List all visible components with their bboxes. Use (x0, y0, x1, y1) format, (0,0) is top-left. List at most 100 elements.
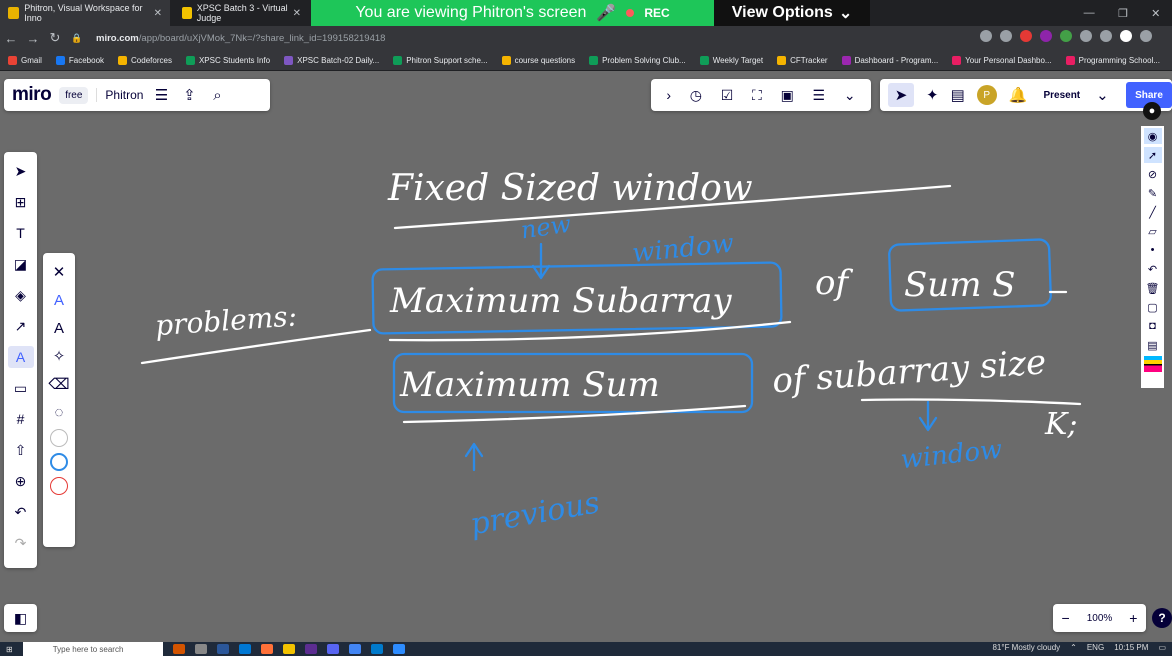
zoom-out-icon[interactable]: − (1062, 610, 1070, 626)
share-page-icon[interactable] (980, 30, 992, 42)
reactions-icon[interactable]: ✦ (926, 86, 939, 104)
extension-icon[interactable] (1060, 30, 1072, 42)
board-name[interactable]: Phitron (96, 88, 143, 102)
export-upload-icon[interactable]: ⇪ (179, 86, 199, 104)
browser-tab-vjudge[interactable]: XPSC Batch 3 - Virtual Judge ✕ (174, 0, 309, 26)
reload-icon[interactable]: ↻ (44, 30, 66, 46)
taskbar-search-input[interactable]: Type here to search (22, 642, 163, 656)
bookmark-item[interactable]: Weekly Target (699, 55, 763, 65)
vscode-icon[interactable] (370, 644, 383, 654)
search-icon[interactable]: ⌕ (207, 87, 227, 104)
maximize-icon[interactable]: ❐ (1118, 7, 1128, 20)
app-icon[interactable] (172, 644, 185, 654)
notification-bell-icon[interactable]: 🔔 (1009, 86, 1028, 104)
close-window-icon[interactable]: ✕ (1151, 7, 1160, 20)
screen-capture-icon[interactable]: ⛶ (752, 87, 762, 104)
bookmark-star-icon[interactable] (1000, 30, 1012, 42)
bookmark-favicon-icon (393, 55, 403, 65)
eye-icon[interactable]: ◉ (1143, 128, 1162, 144)
voting-icon[interactable]: ☑ (721, 87, 734, 104)
present-dropdown-icon[interactable]: ⌄ (1096, 86, 1109, 104)
user-avatar[interactable]: P (976, 85, 997, 105)
tab-title: XPSC Batch 3 - Virtual Judge (196, 3, 288, 23)
windows-start-icon[interactable]: ⊞ (6, 645, 13, 654)
bookmark-item[interactable]: Gmail (8, 55, 42, 65)
color-palette-strip[interactable] (1143, 356, 1162, 372)
kebab-menu-icon[interactable] (1140, 30, 1152, 42)
bookmark-favicon-icon (777, 55, 787, 65)
line1-boxed2-text: Sum S (904, 265, 1016, 305)
line-icon[interactable]: ╱ (1144, 204, 1162, 220)
miro-logo[interactable]: miro (12, 84, 52, 106)
camera-icon[interactable]: ◘ (1144, 318, 1162, 334)
puzzle-icon[interactable] (1080, 30, 1092, 42)
marker-icon[interactable]: ✎ (1144, 185, 1162, 201)
bookmark-item[interactable]: XPSC Students Info (185, 55, 270, 65)
timer-icon[interactable]: ◷ (690, 87, 702, 104)
line1-middle-text: of (815, 263, 853, 303)
browser-tab-miro[interactable]: Phitron, Visual Workspace for Inno ✕ (0, 0, 170, 26)
view-options-button[interactable]: View Options ⌄ (714, 0, 870, 26)
undo-small-icon[interactable]: ↶ (1144, 261, 1162, 277)
cursor-pointer-icon[interactable]: ➤ (888, 83, 914, 107)
bookmark-item[interactable]: Facebook (55, 55, 104, 65)
notes-icon[interactable]: ☰ (813, 87, 826, 104)
monitor-icon[interactable]: ▢ (1144, 299, 1162, 315)
whiteboard-canvas[interactable]: Fixed Sized window new window problems: … (0, 120, 1140, 600)
bookmark-item[interactable]: course questions (501, 55, 575, 65)
counter-icon[interactable]: ▣ (781, 87, 794, 104)
bookmark-item[interactable]: CFTracker (777, 55, 828, 65)
extension-icon[interactable] (1020, 30, 1032, 42)
zoom-level[interactable]: 100% (1087, 613, 1113, 624)
trash-icon[interactable]: 🗑 (1144, 280, 1162, 296)
minimize-icon[interactable]: — (1084, 7, 1095, 19)
visual-studio-icon[interactable] (304, 644, 317, 654)
bookmark-favicon-icon (1065, 55, 1075, 65)
clock-time[interactable]: 10:15 PM (1114, 643, 1148, 652)
extension-icon[interactable] (1040, 30, 1052, 42)
word-icon[interactable] (216, 644, 229, 654)
bookmark-item[interactable]: Codeforces (118, 55, 172, 65)
dot-icon[interactable]: • (1144, 242, 1162, 258)
bookmark-item[interactable]: XPSC Batch-02 Daily... (284, 55, 379, 65)
zoom-app-icon[interactable] (392, 644, 405, 654)
bookmark-item[interactable]: Programming School... (1065, 55, 1160, 65)
clipboard-icon[interactable]: ▤ (1144, 337, 1162, 353)
bookmark-item[interactable]: Dashboard - Program... (841, 55, 938, 65)
present-button[interactable]: Present (1039, 90, 1084, 101)
back-arrow-icon[interactable]: ← (0, 31, 22, 46)
language-indicator[interactable]: ENG (1087, 643, 1104, 652)
hamburger-menu-icon[interactable]: ☰ (151, 86, 171, 104)
more-chevron-icon[interactable]: ⌄ (844, 87, 856, 104)
comment-icon[interactable]: ▤ (951, 86, 965, 104)
chrome-icon[interactable] (348, 644, 361, 654)
close-tab-icon[interactable]: ✕ (293, 8, 301, 19)
help-icon[interactable]: ? (1152, 608, 1172, 628)
tray-chevron-icon[interactable]: ⌃ (1070, 643, 1077, 652)
bookmark-item[interactable]: Problem Solving Club... (589, 55, 686, 65)
task-view-icon[interactable] (194, 644, 207, 654)
pen-slash-icon[interactable]: ⊘ (1144, 166, 1162, 182)
ruler-icon[interactable]: ▱ (1144, 223, 1162, 239)
weather-text[interactable]: 81°F Mostly cloudy (992, 643, 1060, 652)
sidebar-icon[interactable] (1100, 30, 1112, 42)
folder-icon[interactable] (282, 644, 295, 654)
bookmark-item[interactable]: Phitron Support sche... (393, 55, 488, 65)
notifications-icon[interactable]: ▭ (1158, 643, 1166, 652)
url-field[interactable]: miro.com/app/board/uXjVMok_7Nk=/?share_l… (96, 33, 385, 44)
pointer-icon[interactable]: ➚ (1143, 147, 1162, 163)
forward-arrow-icon[interactable]: → (22, 31, 44, 46)
firefox-icon[interactable] (260, 644, 273, 654)
mail-icon[interactable] (238, 644, 251, 654)
profile-avatar-icon[interactable] (1120, 30, 1132, 42)
bookmark-item[interactable]: Your Personal Dashbo... (952, 55, 1052, 65)
minimap-toggle-icon[interactable]: ◧ (4, 604, 37, 632)
bookmark-favicon-icon (118, 55, 128, 65)
discord-icon[interactable] (326, 644, 339, 654)
plan-badge[interactable]: free (59, 86, 89, 104)
zoom-in-icon[interactable]: + (1129, 610, 1137, 626)
lightbulb-icon[interactable]: ● (1143, 102, 1161, 120)
chevron-right-icon[interactable]: › (666, 87, 671, 103)
close-tab-icon[interactable]: ✕ (154, 8, 162, 19)
lock-icon[interactable]: 🔒 (66, 33, 88, 44)
